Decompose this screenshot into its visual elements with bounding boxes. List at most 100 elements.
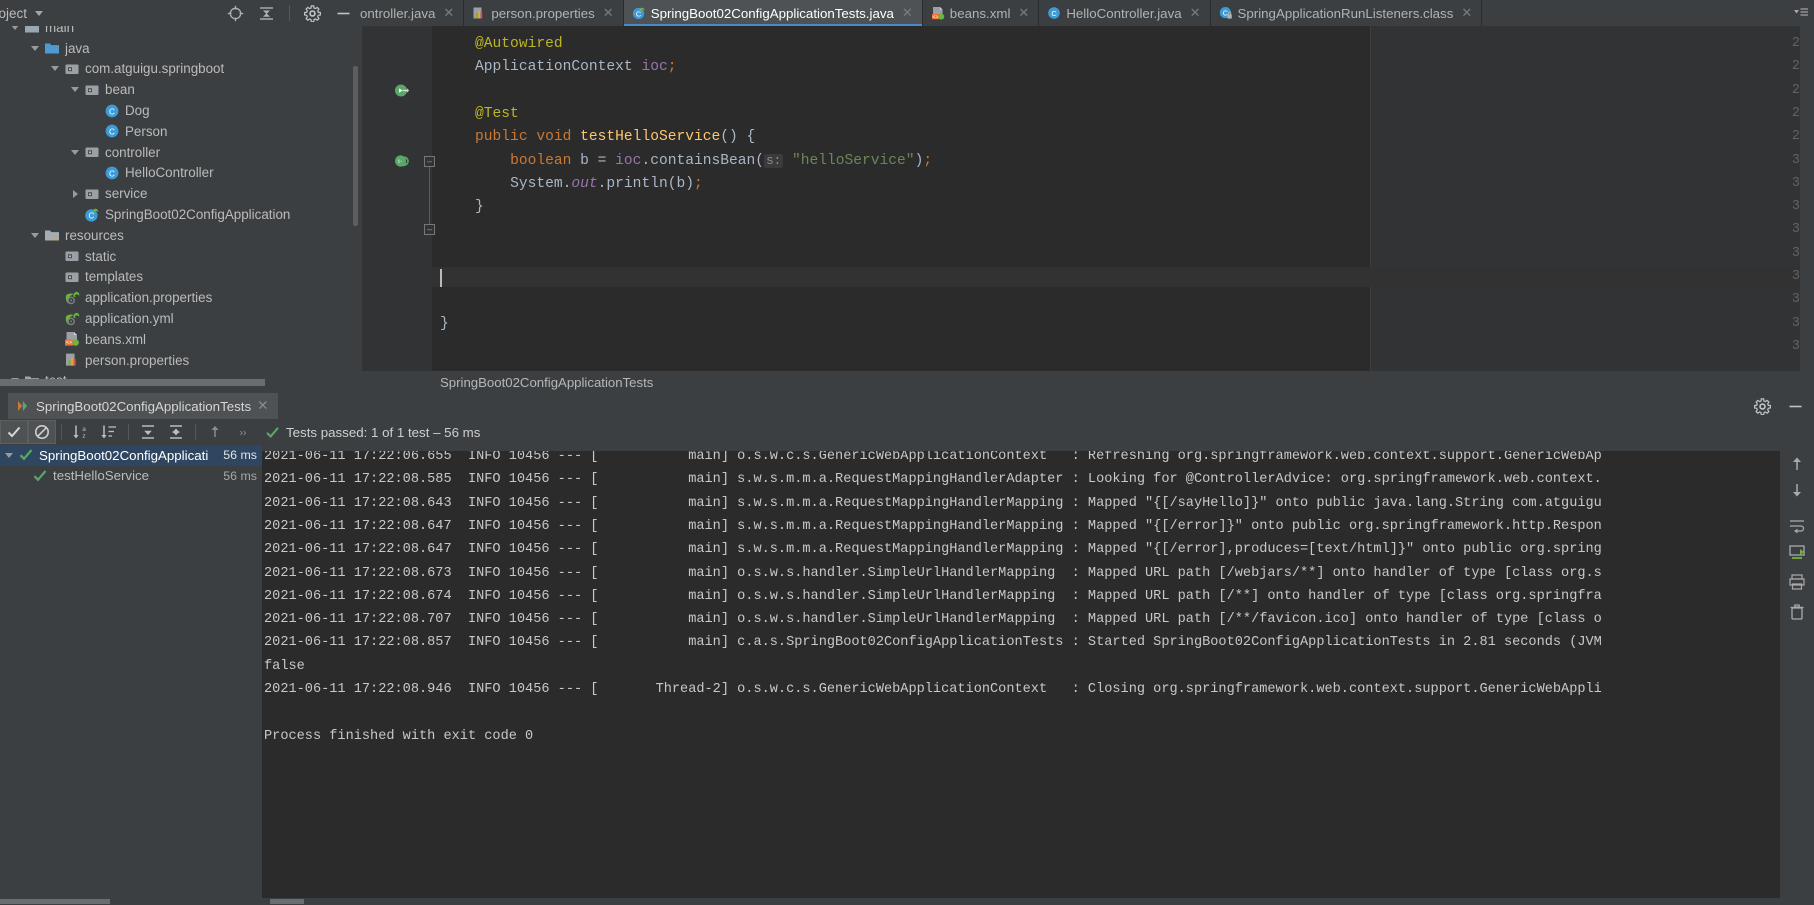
tree-item[interactable]: java [0,38,360,59]
gear-icon[interactable] [304,4,321,22]
svg-text:<>: <> [932,14,938,20]
tree-item[interactable]: C SpringBoot02ConfigApplication [0,204,360,225]
close-icon[interactable]: ✕ [1461,5,1472,21]
chevron-right-icon[interactable] [72,189,78,198]
prev-failed-button[interactable] [201,420,229,444]
minimize-icon[interactable] [1787,398,1804,415]
expand-all-button[interactable] [134,420,162,444]
tree-item[interactable]: application.properties [0,287,360,308]
run-bean-icon[interactable] [394,83,409,97]
close-icon[interactable]: ✕ [1190,5,1201,21]
close-icon[interactable]: ✕ [902,5,913,21]
editor-tab-beans-xml[interactable]: <> beans.xml ✕ [922,0,1040,26]
chevron-down-icon[interactable] [51,66,59,72]
editor-gutter[interactable] [362,26,432,371]
code-line[interactable]: System.out.println(b); [440,176,703,192]
test-result-row[interactable]: testHelloService 56 ms [0,466,262,487]
tree-item-label: person.properties [85,352,190,368]
editor-tab-label: beans.xml [949,5,1011,21]
project-tree[interactable]: main java com.atguigu.springboot bean C Dog C P… [0,26,360,386]
editor-tab-controller-java[interactable]: ontroller.java ✕ [360,0,465,26]
editor-tab-springboot02configapplicationtests-java[interactable]: C SpringBoot02ConfigApplicationTests.jav… [623,0,923,26]
test-result-row[interactable]: SpringBoot02ConfigApplicati 56 ms [0,445,262,466]
breadcrumb[interactable]: SpringBoot02ConfigApplicationTests [362,371,1814,393]
svg-text:C: C [109,128,115,137]
tree-expander[interactable] [46,66,64,72]
next-failed-button[interactable]: ›› [229,420,257,444]
editor-tab-springapplicationrunlisteners-class[interactable]: C SpringApplicationRunListeners.class ✕ [1210,0,1483,26]
console-side-toolbar [1780,445,1814,905]
chevron-down-icon[interactable] [11,26,19,30]
run-tab-springboot02configapplicationtests[interactable]: SpringBoot02ConfigApplicationTests ✕ [8,393,279,419]
tree-item[interactable]: main [0,26,360,38]
tree-item[interactable]: C HelloController [0,163,360,184]
tree-item[interactable]: C Dog [0,100,360,121]
chevron-down-icon[interactable] [35,10,44,16]
tree-item[interactable]: templates [0,267,360,288]
tree-expander[interactable] [26,45,44,51]
locate-icon[interactable] [227,5,244,22]
scroll-up-icon[interactable] [1788,455,1806,473]
sort-alpha-button[interactable]: az [67,420,95,444]
console-output[interactable]: 2021-06-11 17:22:06.655 INFO 10456 --- [… [262,445,1780,905]
tree-item[interactable]: application.yml [0,308,360,329]
code-line[interactable]: public void testHelloService() { [440,129,755,145]
tree-item[interactable]: resources [0,225,360,246]
test-tree-hscrollbar[interactable] [0,898,262,905]
chevron-down-icon[interactable] [31,232,39,238]
tree-item[interactable]: <> beans.xml [0,329,360,350]
minimize-icon[interactable] [335,5,352,22]
soft-wrap-icon[interactable] [1788,517,1806,535]
scroll-down-icon[interactable] [1788,481,1806,499]
console-hscrollbar[interactable] [262,898,1780,905]
tree-expander[interactable] [66,87,84,93]
hide-ignored-button[interactable] [28,420,56,444]
trash-icon[interactable] [1788,603,1806,621]
tree-item[interactable]: C Person [0,121,360,142]
test-results-tree[interactable]: SpringBoot02ConfigApplicati 56 ms testHell… [0,445,262,905]
code-line[interactable]: boolean b = ioc.containsBean(s: "helloSe… [440,153,932,169]
chevron-down-icon[interactable] [31,45,39,51]
close-icon[interactable]: ✕ [257,398,268,414]
code-line[interactable]: } [440,199,484,215]
editor-code-area[interactable]: @Autowired ApplicationContext ioc; @Test… [432,26,1814,371]
code-line[interactable]: ApplicationContext ioc; [440,59,676,75]
collapse-all-icon[interactable] [258,5,275,22]
tab-list-icon[interactable] [1793,5,1810,22]
editor-tab-person-properties[interactable]: person.properties ✕ [464,0,624,26]
chevron-down-icon[interactable] [71,87,79,93]
code-editor[interactable]: 2526272829303132333435363738 @Autowired … [362,26,1814,371]
print-icon[interactable] [1788,573,1806,591]
show-passed-button[interactable] [0,420,28,444]
tree-item[interactable]: bean [0,79,360,100]
chevron-down-icon[interactable] [71,149,79,155]
project-tree-hscrollbar[interactable] [0,379,265,386]
code-line[interactable]: @Autowired [440,36,563,52]
tree-item[interactable]: com.atguigu.springboot [0,59,360,80]
tree-expander[interactable] [26,232,44,238]
project-tree-scrollbar[interactable] [353,66,358,226]
chevron-down-icon[interactable] [5,452,13,458]
tree-item[interactable]: controller [0,142,360,163]
tree-expander[interactable] [66,189,84,198]
close-icon[interactable]: ✕ [1018,5,1029,21]
tree-item[interactable]: service [0,183,360,204]
tree-item[interactable]: person.properties [0,350,360,371]
code-line[interactable]: @Test [440,106,519,122]
scroll-to-end-icon[interactable] [1788,543,1806,561]
tree-expander[interactable] [66,149,84,155]
sort-duration-button[interactable] [95,420,123,444]
code-line[interactable]: } [440,316,449,332]
run-test-icon[interactable] [394,154,409,168]
fold-collapse-icon[interactable]: – [424,156,435,167]
collapse-all-button[interactable] [162,420,190,444]
gear-icon[interactable] [1754,397,1771,415]
test-expander[interactable] [0,452,18,458]
editor-tab-hellocontroller-java[interactable]: C HelloController.java ✕ [1039,0,1211,26]
tree-expander[interactable] [6,26,24,30]
fold-end-icon[interactable]: – [424,224,435,235]
close-icon[interactable]: ✕ [443,5,454,21]
close-icon[interactable]: ✕ [603,5,614,21]
spring-properties-icon [64,311,80,327]
tree-item[interactable]: static [0,246,360,267]
